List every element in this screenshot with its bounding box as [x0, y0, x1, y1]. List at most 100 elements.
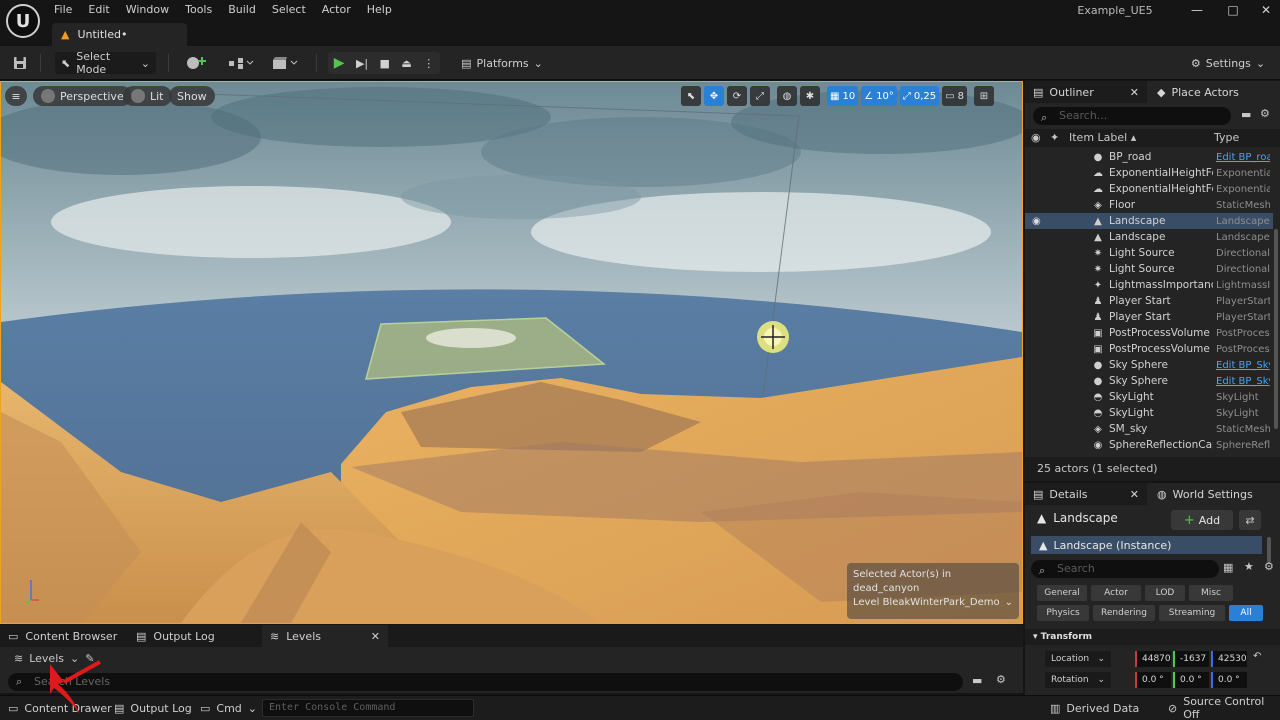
gear-icon[interactable]: ⚙	[1260, 107, 1270, 120]
close-tab-icon[interactable]: ✕	[371, 630, 380, 643]
levels-search-input[interactable]: ⌕ Search Levels	[8, 673, 963, 691]
outliner-row[interactable]: ♟ Player Start PlayerStart	[1025, 309, 1273, 325]
category-streaming[interactable]: Streaming	[1159, 605, 1225, 621]
add-component-button[interactable]: + Add	[1171, 510, 1233, 530]
menu-select[interactable]: Select	[264, 2, 314, 17]
outliner-row[interactable]: ♟ Player Start PlayerStart	[1025, 293, 1273, 309]
tab-outliner[interactable]: ▤ Outliner ✕	[1025, 81, 1147, 103]
category-actor[interactable]: Actor	[1091, 585, 1141, 601]
menu-tools[interactable]: Tools	[177, 2, 220, 17]
close-window-icon[interactable]: ✕	[1255, 3, 1277, 17]
outliner-row[interactable]: ◈ Floor StaticMeshActor	[1025, 197, 1273, 213]
grid-snap-toggle[interactable]: ▦ 10	[827, 86, 859, 106]
transform-section-header[interactable]: ▾ Transform	[1025, 629, 1280, 645]
category-general[interactable]: General	[1037, 585, 1087, 601]
rotation-x-field[interactable]: 0.0 °	[1135, 672, 1171, 688]
folder-icon[interactable]: ▬	[972, 674, 982, 687]
scale-snap-toggle[interactable]: ⤢ 0,25	[899, 86, 940, 106]
outliner-row[interactable]: ◓ SkyLight SkyLight	[1025, 405, 1273, 421]
outliner-row[interactable]: ● Sky Sphere Edit BP_Sky_Sphere	[1025, 357, 1273, 373]
details-search-input[interactable]: ⌕ Search	[1031, 560, 1219, 578]
edit-blueprint-link[interactable]: Edit BP_Sky_Sphere	[1216, 360, 1270, 371]
maximize-icon[interactable]: □	[1222, 3, 1244, 17]
console-command-input[interactable]: Enter Console Command	[262, 699, 474, 717]
location-z-field[interactable]: 42530	[1211, 651, 1247, 667]
translate-tool-icon[interactable]: ✥	[704, 86, 724, 106]
output-log-button[interactable]: ▤ Output Log	[114, 696, 192, 720]
blueprint-convert-icon[interactable]: ⇄	[1239, 510, 1261, 530]
select-mode-dropdown[interactable]: ⬉ Select Mode ⌄	[55, 50, 156, 76]
location-dropdown[interactable]: Location ⌄	[1045, 651, 1111, 667]
tab-output-log[interactable]: ▤ Output Log	[128, 625, 254, 647]
gear-icon[interactable]: ⚙	[1264, 560, 1274, 573]
category-lod[interactable]: LOD	[1145, 585, 1185, 601]
reset-icon[interactable]: ↶	[1253, 651, 1261, 662]
world-space-icon[interactable]: ◍	[777, 86, 797, 106]
table-view-icon[interactable]: ▦	[1223, 561, 1233, 574]
rotation-y-field[interactable]: 0.0 °	[1173, 672, 1209, 688]
show-button[interactable]: Show	[169, 86, 215, 106]
rotation-z-field[interactable]: 0.0 °	[1211, 672, 1247, 688]
settings-dropdown[interactable]: ⚙ Settings ⌄	[1191, 52, 1265, 74]
edit-blueprint-link[interactable]: Edit BP_Sky_Sphere	[1216, 376, 1270, 387]
tab-content-browser[interactable]: ▭ Content Browser	[0, 625, 120, 647]
surface-snap-icon[interactable]: ✱	[800, 86, 820, 106]
save-icon[interactable]	[10, 52, 30, 74]
tab-place-actors[interactable]: ◆ Place Actors	[1149, 81, 1259, 103]
tab-details[interactable]: ▤ Details ✕	[1025, 483, 1147, 505]
play-icon[interactable]: ▶	[334, 55, 345, 71]
step-icon[interactable]: ▶|	[356, 57, 368, 70]
close-tab-icon[interactable]: ✕	[1130, 488, 1139, 501]
blueprint-button[interactable]	[224, 52, 258, 74]
outliner-row[interactable]: ◈ SM_sky StaticMeshActor	[1025, 421, 1273, 437]
outliner-row[interactable]: ✦ LightmassImportanceLightmassImportanceV…	[1025, 277, 1273, 293]
add-folder-icon[interactable]: ▬	[1241, 108, 1251, 121]
menu-actor[interactable]: Actor	[314, 2, 359, 17]
category-rendering[interactable]: Rendering	[1093, 605, 1155, 621]
rotation-dropdown[interactable]: Rotation ⌄	[1045, 672, 1111, 688]
selection-level-row[interactable]: Level BleakWinterPark_Demo ⌄	[853, 596, 1013, 610]
unreal-logo-icon[interactable]: U	[6, 4, 40, 38]
cinematics-button[interactable]	[268, 52, 302, 74]
outliner-row[interactable]: ◓ SkyLight SkyLight	[1025, 389, 1273, 405]
rotation-snap-toggle[interactable]: ∠ 10°	[861, 86, 897, 106]
outliner-row[interactable]: ✷ Light Source DirectionalLight	[1025, 245, 1273, 261]
scale-tool-icon[interactable]: ⤢	[750, 86, 770, 106]
menu-help[interactable]: Help	[359, 2, 400, 17]
menu-build[interactable]: Build	[220, 2, 264, 17]
outliner-row[interactable]: ✷ Light Source DirectionalLight	[1025, 261, 1273, 277]
rotate-tool-icon[interactable]: ⟳	[727, 86, 747, 106]
add-actor-button[interactable]	[180, 52, 214, 74]
source-control-button[interactable]: ⊘ Source Control Off	[1168, 695, 1280, 720]
edit-blueprint-link[interactable]: Edit BP_road	[1216, 152, 1270, 163]
perspective-button[interactable]: Perspective	[33, 86, 132, 106]
outliner-row[interactable]: ▣ PostProcessVolume PostProcessVolume	[1025, 325, 1273, 341]
outliner-row[interactable]: ● BP_road Edit BP_road	[1025, 149, 1273, 165]
type-column-header[interactable]: Type	[1214, 131, 1239, 144]
derived-data-button[interactable]: ▥ Derived Data	[1050, 696, 1139, 720]
tab-world-settings[interactable]: ◍ World Settings	[1149, 483, 1269, 505]
minimize-icon[interactable]: —	[1186, 3, 1208, 17]
instance-row[interactable]: ▲ Landscape (Instance)	[1031, 536, 1262, 554]
menu-file[interactable]: File	[46, 2, 80, 17]
stop-icon[interactable]: ■	[380, 57, 390, 70]
tab-levels[interactable]: ≋ Levels ✕	[262, 625, 388, 647]
outliner-scrollbar[interactable]	[1274, 229, 1278, 429]
platforms-dropdown[interactable]: ▤ Platforms ⌄	[461, 52, 543, 74]
category-physics[interactable]: Physics	[1037, 605, 1089, 621]
outliner-row[interactable]: ● Sky Sphere Edit BP_Sky_Sphere	[1025, 373, 1273, 389]
item-label-column[interactable]: Item Label ▴	[1069, 131, 1136, 144]
outliner-row[interactable]: ☁ ExponentialHeightFogExponentialHeightFo…	[1025, 165, 1273, 181]
location-x-field[interactable]: 44870	[1135, 651, 1171, 667]
level-document-tab[interactable]: ▲ Untitled•	[52, 23, 187, 46]
lit-button[interactable]: Lit	[123, 86, 172, 106]
select-tool-icon[interactable]: ⬉	[681, 86, 701, 106]
category-misc[interactable]: Misc	[1189, 585, 1233, 601]
maximize-viewport-icon[interactable]: ⊞	[973, 86, 994, 106]
favorite-star-icon[interactable]: ★	[1244, 560, 1254, 573]
outliner-row[interactable]: ▲ Landscape Landscape	[1025, 229, 1273, 245]
gear-icon[interactable]: ⚙	[996, 673, 1006, 686]
eye-icon[interactable]: ◉	[1032, 216, 1041, 227]
outliner-row[interactable]: ◉ SphereReflectionCaptureSphereReflection…	[1025, 437, 1273, 453]
level-viewport[interactable]: ≡ Perspective Lit Show ⬉ ✥ ⟳ ⤢ ◍ ✱ ▦ 10 ∠…	[0, 81, 1023, 624]
